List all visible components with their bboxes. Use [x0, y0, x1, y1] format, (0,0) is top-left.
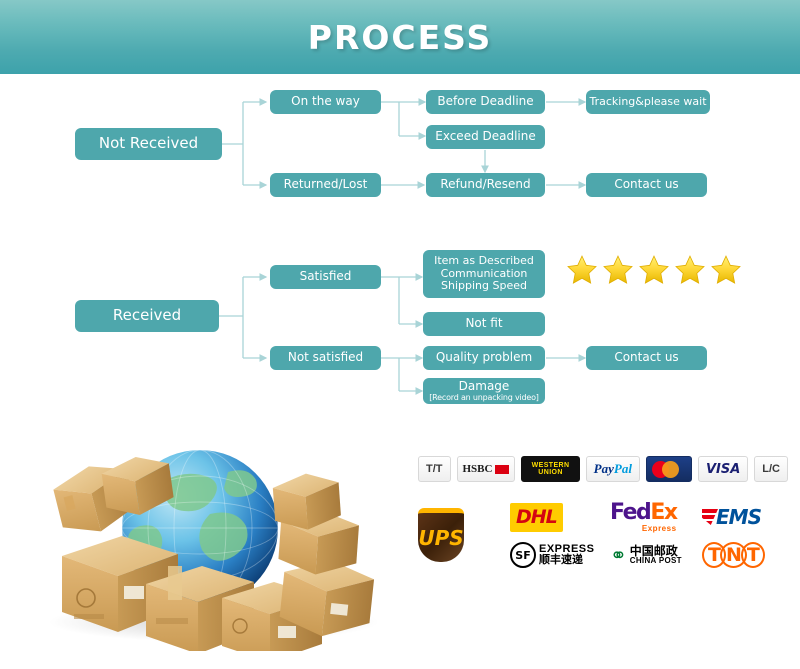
- sf-badge-icon: SF: [510, 542, 536, 568]
- china-post-en-label: CHINA POST: [629, 556, 682, 566]
- payment-hsbc-label: HSBC: [462, 463, 493, 475]
- carrier-china-post: ⚭ 中国邮政 CHINA POST: [610, 543, 682, 567]
- node-contact-us-1[interactable]: Contact us: [586, 173, 707, 197]
- sf-cn-label: 顺丰速递: [539, 554, 583, 566]
- node-quality-problem[interactable]: Quality problem: [423, 346, 545, 370]
- payment-visa: VISA: [697, 456, 749, 482]
- carrier-tnt: TNT: [702, 542, 765, 568]
- bottom-section: T/T HSBC WESTERN UNION PayPal VISA L/C: [0, 434, 800, 669]
- star-icon: [603, 255, 633, 284]
- payment-methods-row: T/T HSBC WESTERN UNION Pay Pal VISA L/C: [418, 456, 788, 482]
- node-not-fit[interactable]: Not fit: [423, 312, 545, 336]
- carrier-ems: EMS: [702, 505, 762, 529]
- carrier-sf-express: SF EXPRESS 顺丰速递: [510, 542, 594, 568]
- node-received[interactable]: Received: [75, 300, 219, 332]
- node-not-satisfied[interactable]: Not satisfied: [270, 346, 381, 370]
- page-header: PROCESS: [0, 0, 800, 74]
- star-icon: [639, 255, 669, 284]
- node-exceed-deadline[interactable]: Exceed Deadline: [426, 125, 545, 149]
- logos-panel: T/T HSBC WESTERN UNION PayPal VISA L/C: [418, 456, 788, 572]
- carrier-ups: UPS: [418, 508, 464, 562]
- carrier-dhl: DHL: [510, 502, 563, 532]
- carrier-fedex: FedEx Express: [610, 499, 678, 533]
- china-post-mark-icon: ⚭: [610, 543, 627, 567]
- hsbc-hex-icon: [495, 464, 510, 474]
- payment-paypal: Pay Pal: [585, 456, 640, 482]
- star-icon: [711, 255, 741, 284]
- node-satisfied[interactable]: Satisfied: [270, 265, 381, 289]
- fedex-sub-label: Express: [641, 523, 677, 533]
- star-icon: [675, 255, 705, 284]
- node-damage[interactable]: Damage [Record an unpacking video]: [423, 378, 545, 404]
- payment-tt: T/T: [418, 456, 451, 482]
- node-tracking-please-wait[interactable]: Tracking&please wait: [586, 90, 710, 114]
- star-icon: [567, 255, 597, 284]
- globe-packages-image: [14, 436, 414, 662]
- shipping-carriers-grid: DHL FedEx Express EMS UPS SF EXPRESS 顺丰速…: [418, 498, 788, 572]
- process-flowchart: Not Received On the way Before Deadline …: [0, 74, 800, 434]
- node-on-the-way[interactable]: On the way: [270, 90, 381, 114]
- payment-lc: L/C: [754, 456, 788, 482]
- payment-mastercard: [645, 456, 692, 482]
- node-returned-lost[interactable]: Returned/Lost: [270, 173, 381, 197]
- payment-hsbc: HSBC: [456, 456, 516, 482]
- node-contact-us-2[interactable]: Contact us: [586, 346, 707, 370]
- payment-western-union-label: WESTERN UNION: [531, 461, 570, 476]
- payment-western-union: WESTERN UNION: [521, 456, 580, 482]
- node-before-deadline[interactable]: Before Deadline: [426, 90, 545, 114]
- node-refund-resend[interactable]: Refund/Resend: [426, 173, 545, 197]
- mastercard-circles-icon: [651, 460, 686, 478]
- node-item-as-described[interactable]: Item as Described Communication Shipping…: [423, 250, 545, 298]
- page-title: PROCESS: [307, 17, 493, 57]
- rating-stars: [566, 254, 742, 286]
- node-not-received[interactable]: Not Received: [75, 128, 222, 160]
